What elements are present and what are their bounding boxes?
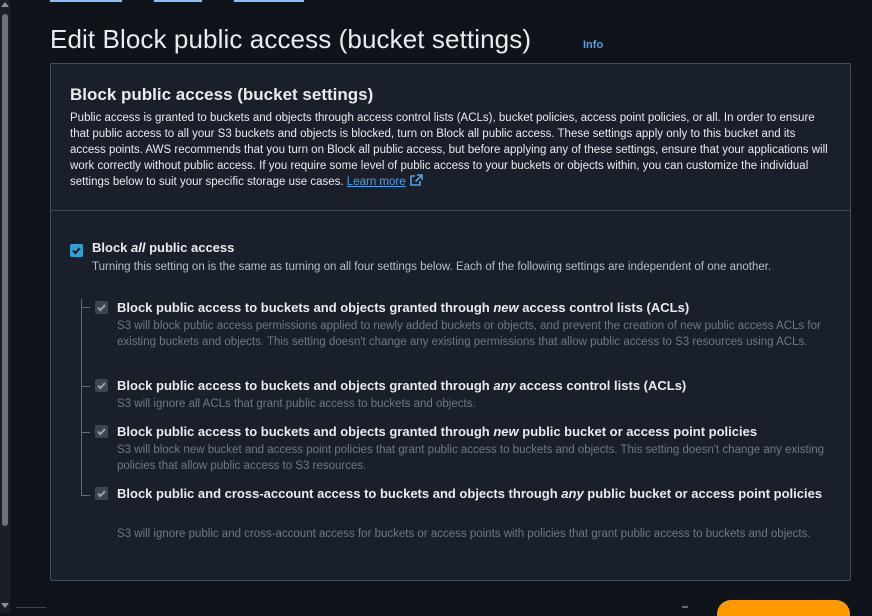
- scroll-down-arrow-icon[interactable]: [1, 603, 9, 608]
- setting-any-acls-checkbox[interactable]: [95, 379, 108, 392]
- panel-title: Block public access (bucket settings): [70, 85, 374, 104]
- tree-connector: [81, 299, 82, 496]
- setting-any-policies-description: S3 will ignore public and cross-account …: [117, 528, 811, 540]
- cancel-button[interactable]: [682, 606, 688, 608]
- label-text: Block public access to buckets and objec…: [117, 424, 494, 439]
- breadcrumb-link[interactable]: [154, 0, 202, 2]
- label-text: public bucket or access point policies: [583, 486, 823, 501]
- block-all-public-access-checkbox[interactable]: [70, 244, 83, 257]
- checkmark-icon: [97, 304, 106, 312]
- setting-new-acls-checkbox[interactable]: [95, 301, 108, 314]
- label-emphasis: new: [493, 300, 519, 315]
- setting-new-acls-description: S3 will block public access permissions …: [117, 320, 821, 348]
- page-scrollbar[interactable]: [0, 0, 10, 613]
- scroll-thumb[interactable]: [2, 14, 8, 526]
- setting-any-acls-label[interactable]: Block public access to buckets and objec…: [117, 375, 832, 396]
- learn-more-link[interactable]: Learn more: [347, 176, 406, 188]
- external-link-icon[interactable]: [409, 174, 423, 192]
- page-title: Edit Block public access (bucket setting…: [50, 24, 532, 54]
- label-text: Block public access to buckets and objec…: [117, 300, 494, 315]
- block-public-access-panel: Block public access (bucket settings) Pu…: [50, 63, 851, 581]
- setting-new-policies-description: S3 will block new bucket and access poin…: [117, 444, 825, 472]
- checkmark-icon: [72, 247, 81, 255]
- checkmark-icon: [97, 382, 106, 390]
- panel-description-text: Public access is granted to buckets and …: [70, 112, 828, 188]
- label-emphasis: any: [493, 378, 516, 393]
- divider: [16, 607, 46, 608]
- save-changes-button[interactable]: [717, 600, 850, 616]
- label-emphasis: any: [561, 486, 584, 501]
- panel-header: Block public access (bucket settings) Pu…: [51, 64, 850, 211]
- tree-connector: [81, 386, 90, 387]
- label-text: access control lists (ACLs): [518, 300, 690, 315]
- setting-new-policies-checkbox[interactable]: [95, 425, 108, 438]
- setting-new-policies-label[interactable]: Block public access to buckets and objec…: [117, 421, 832, 442]
- label-text: Block public and cross-account access to…: [117, 486, 562, 501]
- tree-connector: [81, 307, 90, 308]
- checkmark-icon: [97, 428, 106, 436]
- breadcrumb-link[interactable]: [234, 0, 304, 2]
- tree-connector: [81, 432, 90, 433]
- label-emphasis: new: [493, 424, 519, 439]
- setting-new-acls-label[interactable]: Block public access to buckets and objec…: [117, 297, 832, 318]
- label-text: Block: [92, 240, 132, 255]
- tree-connector: [81, 495, 90, 496]
- scroll-up-arrow-icon[interactable]: [1, 2, 9, 7]
- block-all-public-access-description: Turning this setting on is the same as t…: [92, 261, 772, 273]
- label-text: public bucket or access point policies: [518, 424, 758, 439]
- label-emphasis: all: [131, 240, 146, 255]
- setting-any-policies-label[interactable]: Block public and cross-account access to…: [117, 483, 832, 504]
- label-text: access control lists (ACLs): [515, 378, 687, 393]
- label-text: public access: [145, 240, 235, 255]
- label-text: Block public access to buckets and objec…: [117, 378, 494, 393]
- info-link[interactable]: Info: [583, 39, 603, 51]
- block-all-public-access-label[interactable]: Block all public access: [92, 240, 234, 255]
- setting-any-acls-description: S3 will ignore all ACLs that grant publi…: [117, 398, 476, 410]
- breadcrumb-link[interactable]: [50, 0, 122, 2]
- setting-any-policies-checkbox[interactable]: [95, 487, 108, 500]
- checkmark-icon: [97, 490, 106, 498]
- panel-description: Public access is granted to buckets and …: [70, 110, 830, 192]
